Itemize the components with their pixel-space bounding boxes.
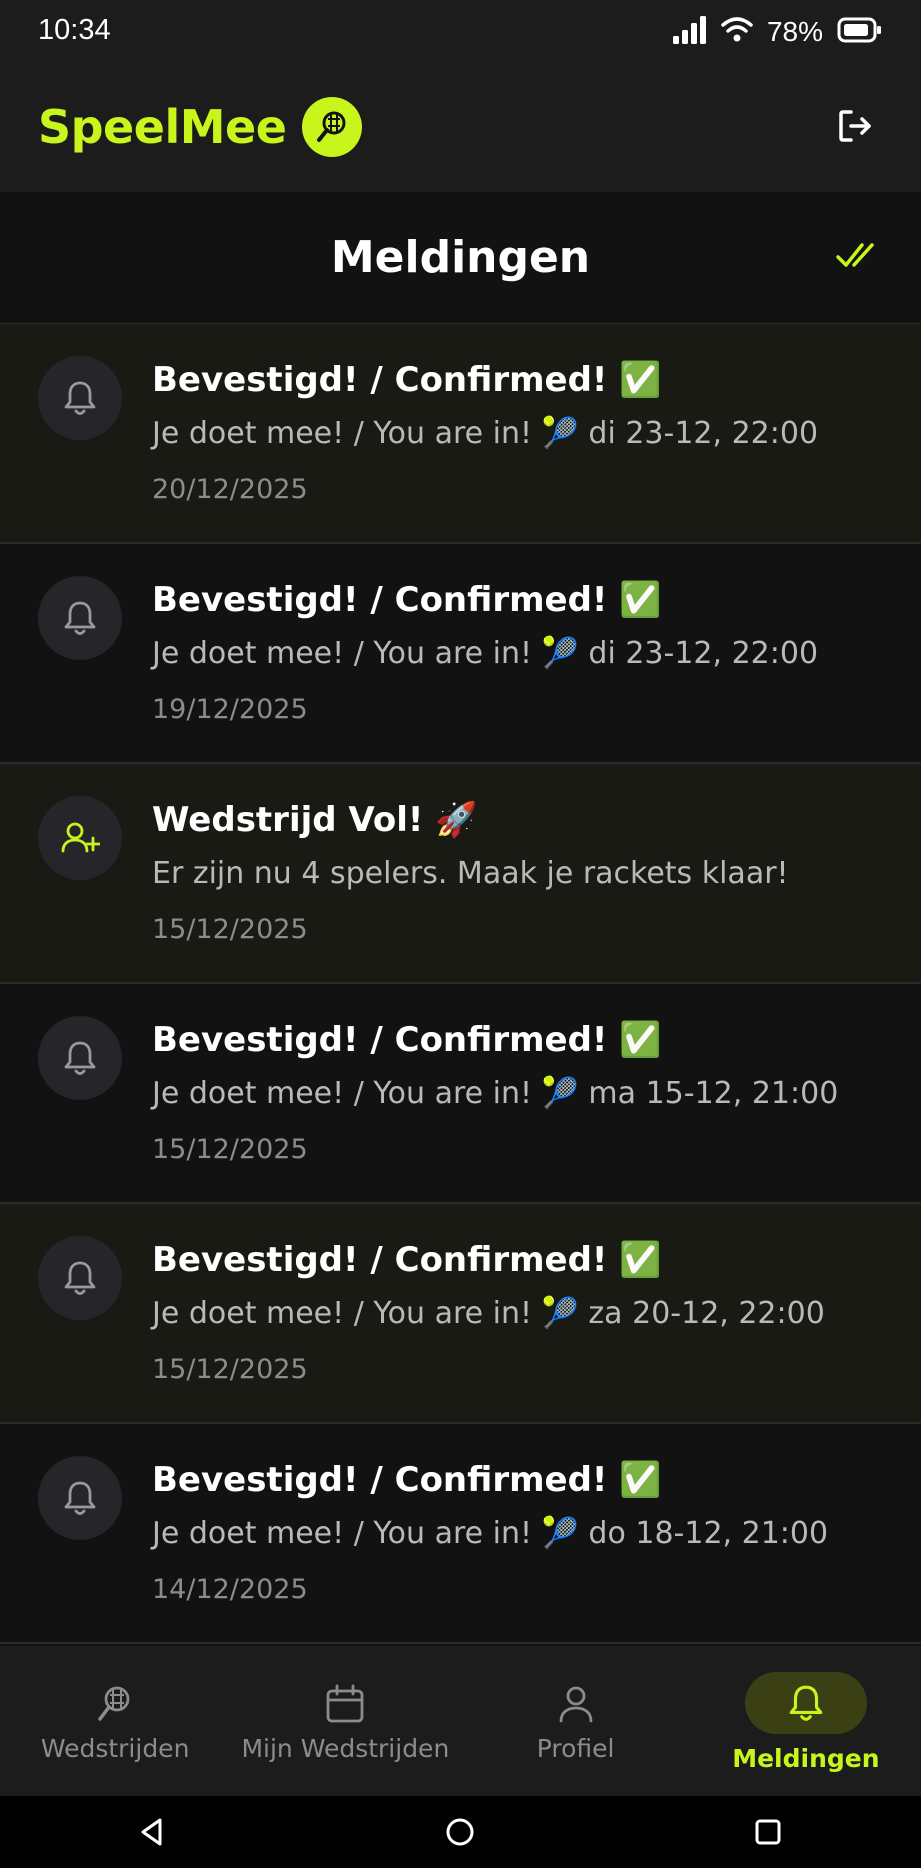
mark-all-read-button[interactable]: [835, 238, 883, 278]
notification-item[interactable]: Bevestigd! / Confirmed! ✅ Je doet mee! /…: [0, 984, 921, 1204]
bell-icon: [38, 576, 122, 660]
nav-label: Mijn Wedstrijden: [241, 1734, 450, 1763]
home-icon[interactable]: [440, 1812, 480, 1852]
notification-title: Bevestigd! / Confirmed! ✅: [152, 1460, 662, 1500]
notification-body: Je doet mee! / You are in! 🎾 di 23-12, 2…: [152, 416, 819, 451]
notification-body: Je doet mee! / You are in! 🎾 ma 15-12, 2…: [152, 1076, 839, 1111]
notification-date: 20/12/2025: [152, 474, 308, 505]
padel-ball-racket-icon: [302, 97, 363, 157]
nav-item-mijn-wedstrijden[interactable]: Mijn Wedstrijden: [230, 1646, 460, 1796]
nav-label: Meldingen: [732, 1744, 880, 1773]
status-icons: 78%: [672, 14, 883, 50]
notification-title: Bevestigd! / Confirmed! ✅: [152, 1240, 662, 1280]
notification-date: 19/12/2025: [152, 694, 308, 725]
notification-title: Bevestigd! / Confirmed! ✅: [152, 580, 662, 620]
logout-icon: [837, 108, 873, 148]
calendar-icon: [323, 1682, 367, 1726]
notification-body: Je doet mee! / You are in! 🎾 za 20-12, 2…: [152, 1296, 825, 1331]
system-nav-bar: [0, 1796, 921, 1868]
notification-body: Er zijn nu 4 spelers. Maak je rackets kl…: [152, 856, 789, 891]
signal-icon: [672, 16, 707, 48]
recents-icon[interactable]: [748, 1812, 788, 1852]
notification-body: Je doet mee! / You are in! 🎾 do 18-12, 2…: [152, 1516, 829, 1551]
user-plus-icon: [38, 796, 122, 880]
nav-label: Profiel: [536, 1734, 615, 1763]
notification-date: 15/12/2025: [152, 1134, 308, 1165]
bell-icon: [38, 1236, 122, 1320]
wifi-icon: [721, 17, 753, 47]
notification-date: 14/12/2025: [152, 1574, 308, 1605]
notification-date: 15/12/2025: [152, 1354, 308, 1385]
page-title-bar: Meldingen: [0, 192, 921, 324]
nav-label: Wedstrijden: [40, 1734, 190, 1763]
notification-item[interactable]: Bevestigd! / Confirmed! ✅ Je doet mee! /…: [0, 324, 921, 544]
padel-racket-icon: [93, 1682, 137, 1726]
double-check-icon: [836, 241, 882, 275]
bell-icon: [38, 356, 122, 440]
battery-icon: [837, 17, 883, 47]
notification-item[interactable]: Bevestigd! / Confirmed! ✅ Je doet mee! /…: [0, 1424, 921, 1644]
user-icon: [554, 1682, 598, 1726]
notification-list: Bevestigd! / Confirmed! ✅ Je doet mee! /…: [0, 324, 921, 1644]
bell-icon: [38, 1456, 122, 1540]
bell-icon: [38, 1016, 122, 1100]
nav-item-profiel[interactable]: Profiel: [461, 1646, 691, 1796]
status-time: 10:34: [38, 14, 111, 46]
logout-button[interactable]: [831, 104, 879, 152]
app-name: SpeelMee: [38, 100, 287, 154]
bell-icon: [744, 1672, 867, 1734]
notification-title: Bevestigd! / Confirmed! ✅: [152, 1020, 662, 1060]
notification-title: Bevestigd! / Confirmed! ✅: [152, 360, 662, 400]
bottom-nav: Wedstrijden Mijn Wedstrijden Profiel Mel…: [0, 1646, 921, 1796]
notification-body: Je doet mee! / You are in! 🎾 di 23-12, 2…: [152, 636, 819, 671]
nav-item-wedstrijden[interactable]: Wedstrijden: [0, 1646, 230, 1796]
app-header: SpeelMee: [0, 64, 921, 192]
notification-item[interactable]: Wedstrijd Vol! 🚀 Er zijn nu 4 spelers. M…: [0, 764, 921, 984]
notification-item[interactable]: Bevestigd! / Confirmed! ✅ Je doet mee! /…: [0, 1204, 921, 1424]
back-icon[interactable]: [132, 1812, 172, 1852]
status-bar: 10:34 78%: [0, 0, 921, 64]
notification-date: 15/12/2025: [152, 914, 308, 945]
nav-item-meldingen[interactable]: Meldingen: [691, 1646, 921, 1796]
brand[interactable]: SpeelMee: [38, 94, 363, 160]
notification-item[interactable]: Bevestigd! / Confirmed! ✅ Je doet mee! /…: [0, 544, 921, 764]
page-title: Meldingen: [330, 232, 591, 283]
notification-title: Wedstrijd Vol! 🚀: [152, 800, 478, 840]
battery-percentage: 78%: [766, 16, 823, 47]
